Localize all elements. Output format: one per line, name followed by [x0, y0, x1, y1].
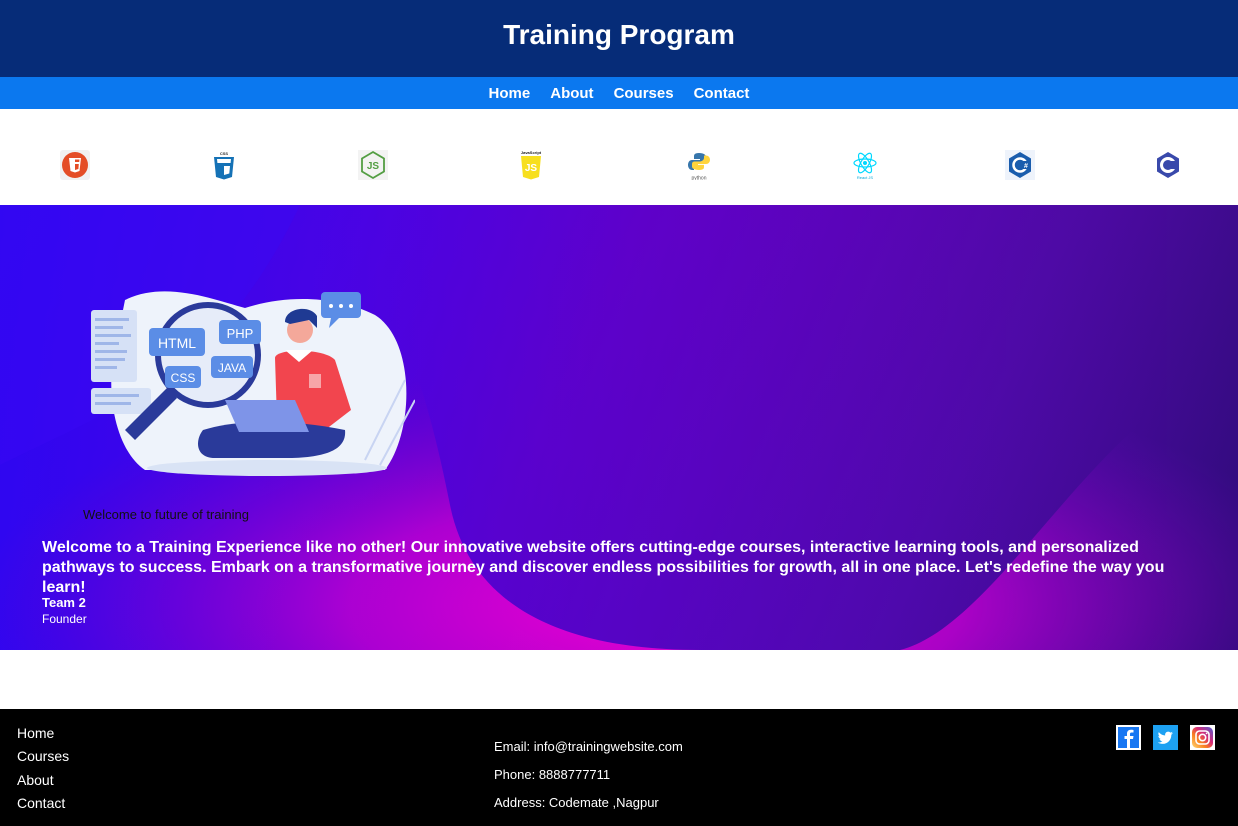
nav-home[interactable]: Home	[489, 85, 531, 102]
python-icon: python	[688, 153, 710, 181]
nav-about[interactable]: About	[550, 85, 593, 102]
react-icon: React JS	[853, 152, 877, 180]
nodejs-icon: JS	[358, 150, 388, 180]
css-logo-label: CSS	[220, 151, 229, 156]
hero-section: HTML PHP JAVA CSS Welcome to future of t…	[0, 205, 1238, 650]
footer-link-courses[interactable]: Courses	[17, 748, 69, 771]
svg-text:CSS: CSS	[171, 371, 196, 385]
social-links	[1116, 725, 1215, 750]
python-logo-label: python	[691, 176, 706, 181]
main-nav: Home About Courses Contact	[0, 77, 1238, 109]
site-footer: Home Courses About Contact Email: info@t…	[0, 709, 1238, 826]
tech-logo-strip: CSS JS JavaScript JS python React JS #	[0, 109, 1238, 205]
instagram-icon[interactable]	[1190, 725, 1215, 750]
svg-text:#: #	[1024, 163, 1028, 170]
csharp-icon: #	[1005, 150, 1035, 180]
hero-tagline: Welcome to future of training	[83, 507, 249, 522]
page-title: Training Program	[503, 18, 735, 50]
footer-link-home[interactable]: Home	[17, 725, 69, 748]
nav-contact[interactable]: Contact	[694, 85, 750, 102]
javascript-icon: JavaScript JS	[521, 150, 542, 180]
nav-courses[interactable]: Courses	[614, 85, 674, 102]
contact-address: Address: Codemate ,Nagpur	[494, 795, 659, 810]
contact-email: Email: info@trainingwebsite.com	[494, 739, 683, 754]
css3-icon: CSS	[214, 151, 234, 180]
quote-author-role: Founder	[42, 612, 87, 626]
svg-text:HTML: HTML	[158, 335, 196, 351]
twitter-icon[interactable]	[1153, 725, 1178, 750]
facebook-icon[interactable]	[1116, 725, 1141, 750]
footer-link-about[interactable]: About	[17, 772, 69, 795]
hero-quote: Welcome to a Training Experience like no…	[42, 539, 1165, 596]
site-header: Training Program	[0, 0, 1238, 77]
footer-links: Home Courses About Contact	[17, 725, 69, 818]
contact-info: Email: info@trainingwebsite.com Phone: 8…	[494, 739, 683, 823]
svg-text:JS: JS	[367, 161, 380, 172]
svg-text:JS: JS	[525, 163, 538, 174]
footer-link-contact[interactable]: Contact	[17, 795, 69, 818]
javascript-logo-label: JavaScript	[521, 150, 542, 155]
c-icon	[1157, 152, 1179, 178]
svg-text:PHP: PHP	[227, 326, 254, 341]
learning-illustration: HTML PHP JAVA CSS	[91, 291, 415, 476]
html5-icon	[60, 150, 90, 180]
svg-text:JAVA: JAVA	[218, 361, 246, 375]
quote-author: Team 2	[42, 595, 86, 610]
react-logo-label: React JS	[857, 175, 874, 180]
contact-phone: Phone: 8888777711	[494, 767, 611, 782]
